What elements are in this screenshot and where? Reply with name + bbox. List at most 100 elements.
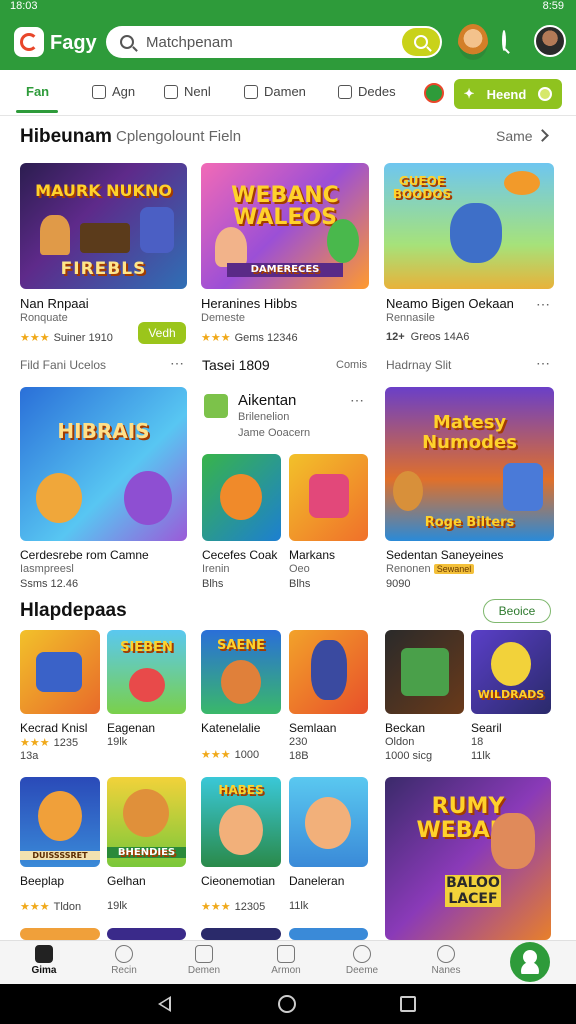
nav-apps[interactable]: Armon [256,945,316,976]
section-title: Hlapdepaas [20,600,127,621]
game-card-art[interactable] [201,928,281,940]
game-card-art[interactable]: BHENDIES [107,777,186,867]
mascot-avatar[interactable] [458,24,488,60]
card-meta: 19lk [107,736,128,748]
game-card-art[interactable] [289,777,368,867]
card-name[interactable]: Cecefes Coak [202,548,277,562]
card-developer: Iasmpreesl [20,563,74,575]
nav-notifications[interactable]: Nanes [416,945,476,976]
game-card-art[interactable] [385,630,464,714]
game-card-art[interactable]: HABES [201,777,281,867]
rating-stars: ★★★ [20,901,50,913]
nav-home[interactable]: Gima [14,945,74,976]
game-card-art[interactable] [107,928,186,940]
game-card-art[interactable]: WILDRADS [471,630,551,714]
card-name[interactable]: Neamo Bigen Oekaan [386,296,514,311]
card-name[interactable]: Sedentan Saneyeines [386,548,503,562]
home-circle-icon[interactable] [278,995,296,1013]
game-card-art[interactable]: SAENE [201,630,281,714]
character-figure [305,797,351,849]
art-caption: DUISSSSRET [20,851,100,860]
section-title: Hibeunam [20,126,112,147]
app-logo-icon[interactable] [14,27,44,57]
app-icon[interactable] [204,394,228,418]
user-avatar[interactable] [534,25,566,57]
game-card-art[interactable]: GUEOE BOODOS [384,163,554,289]
more-options-icon[interactable]: ⋯ [350,392,365,409]
art-title: WILDRADS [477,688,545,701]
art-title: MAURK NUKNO [35,181,172,200]
card-name[interactable]: Kecrad Knisl [20,721,87,735]
art-caption: BHENDIES [107,847,186,858]
more-options-icon[interactable]: ⋯ [536,355,551,372]
more-options-icon[interactable]: ⋯ [170,355,185,372]
chat-icon [195,945,213,963]
notification-badge[interactable] [424,83,444,103]
coin-icon [538,87,553,101]
card-name[interactable]: Beeplap [20,874,64,888]
search-icon [414,35,428,49]
game-card-art[interactable]: WEBANC WALEOS DAMERECES [201,163,369,289]
card-meta: Blhs [202,578,224,590]
card-name[interactable]: Beckan [385,721,425,735]
art-caption: FIREBLS [60,259,147,279]
hot-button[interactable]: ✦ Heend [454,79,562,109]
game-card-art[interactable] [20,630,100,714]
card-meta: 11lk [289,900,309,912]
card-name[interactable]: Heranines Hibbs [201,296,297,311]
art-title: SIEBEN [120,640,173,655]
browse-button[interactable]: Beoice [483,599,551,623]
tab-home[interactable]: Fan [26,84,49,99]
monster-figure [327,219,359,263]
card-developer: Brilenelion [238,411,290,423]
chevron-right-icon[interactable] [536,129,549,142]
game-card-art[interactable] [202,454,281,541]
tab-new[interactable]: Nenl [164,84,211,99]
nav-discover[interactable]: Deeme [332,945,392,976]
game-card-art[interactable] [289,928,368,940]
game-card-art[interactable] [289,454,368,541]
install-button[interactable]: Vedh [138,322,186,344]
nav-search[interactable]: Recin [94,945,154,976]
game-card-art[interactable]: DUISSSSRET [20,777,100,867]
card-name[interactable]: Semlaan [289,721,336,735]
robot-figure [36,652,82,692]
game-card-art[interactable]: SIEBEN [107,630,186,714]
card-name[interactable]: Nan Rnpaai [20,296,89,311]
tab-games[interactable]: Damen [244,84,306,99]
card-name[interactable]: Katenelalie [201,721,260,735]
card-name[interactable]: Aikentan [238,392,296,409]
tab-deals[interactable]: Dedes [338,84,396,99]
back-icon[interactable] [158,996,171,1012]
art-title: SAENE [216,638,266,653]
search-submit-button[interactable] [402,28,440,56]
game-card-art[interactable]: MAURK NUKNO FIREBLS [20,163,187,289]
card-name[interactable]: Eagenan [107,721,155,735]
game-card-art[interactable]: HIBRAIS [20,387,187,541]
nav-games[interactable]: Demen [174,945,234,976]
recents-icon[interactable] [400,996,416,1012]
card-name[interactable]: Searil [471,721,502,735]
search-shortcut-button[interactable] [502,30,506,51]
card-developer: Oeo [289,563,310,575]
bottom-navigation: Gima Recin Demen Armon Deeme Nanes [0,940,576,984]
game-card-art[interactable] [20,928,100,940]
card-name[interactable]: Daneleran [289,874,344,888]
game-card-art[interactable]: RUMY WEBALS BALOO LACEF [385,777,551,940]
card-name[interactable]: Markans [289,548,335,562]
card-name[interactable]: Cerdesrebe rom Camne [20,548,149,562]
tab-apps[interactable]: Agn [92,84,135,99]
card-name[interactable]: Gelhan [107,874,146,888]
game-card-art[interactable]: Matesy Numodes Roge Bilters [385,387,554,541]
see-all-link[interactable]: Same [496,128,533,144]
game-card-art[interactable] [289,630,368,714]
card-developer: Irenin [202,563,230,575]
rating-stars: ★★★ [201,749,231,761]
profile-button[interactable] [510,942,550,982]
fox-figure [220,474,262,520]
search-bar[interactable]: Matchpenam [106,26,442,58]
character-figure [393,471,423,511]
more-options-icon[interactable]: ⋯ [536,296,551,313]
card-name[interactable]: Cieonemotian [201,874,275,888]
search-input[interactable]: Matchpenam [146,34,233,51]
